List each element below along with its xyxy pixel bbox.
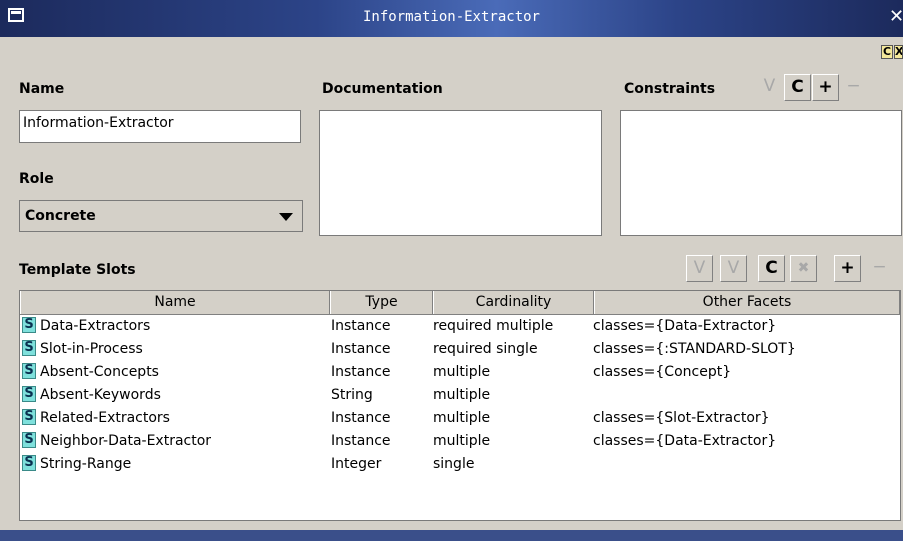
slot-type: Instance xyxy=(331,433,391,449)
toolbar-strip xyxy=(0,37,903,60)
slot-icon: S xyxy=(22,317,36,333)
slot-icon: S xyxy=(22,386,36,402)
chevron-down-icon xyxy=(279,213,293,221)
column-header-name[interactable]: Name xyxy=(20,291,330,314)
constraints-add-button[interactable]: + xyxy=(812,74,839,101)
slot-view-top-button[interactable]: V xyxy=(720,255,747,282)
slot-facets: classes={Concept} xyxy=(593,364,732,380)
slot-name: Absent-Concepts xyxy=(40,364,159,380)
template-slots-label: Template Slots xyxy=(19,262,136,278)
constraints-label: Constraints xyxy=(624,81,716,97)
slot-name: String-Range xyxy=(40,456,132,472)
slot-icon: S xyxy=(22,455,36,471)
constraints-create-button[interactable]: C xyxy=(784,74,811,101)
constraints-remove-button[interactable]: − xyxy=(840,74,867,101)
slot-type: Instance xyxy=(331,318,391,334)
column-header-type[interactable]: Type xyxy=(330,291,433,314)
slot-icon: S xyxy=(22,363,36,379)
slot-icon: S xyxy=(22,432,36,448)
slot-facets: classes={Slot-Extractor} xyxy=(593,410,770,426)
slot-cardinality: multiple xyxy=(433,364,491,380)
window-title: Information-Extractor xyxy=(362,9,540,25)
slot-name: Absent-Keywords xyxy=(40,387,161,403)
slot-facets: classes={Data-Extractor} xyxy=(593,318,777,334)
slot-cardinality: multiple xyxy=(433,410,491,426)
table-row[interactable]: S Neighbor-Data-Extractor Instance multi… xyxy=(20,430,900,453)
role-select[interactable]: Concrete xyxy=(19,200,303,232)
constraints-view-button[interactable]: V xyxy=(756,74,783,101)
slot-create-button[interactable]: C xyxy=(758,255,785,282)
title-bar: Information-Extractor ✕ xyxy=(0,0,903,37)
slot-cardinality: multiple xyxy=(433,387,491,403)
slot-cardinality: multiple xyxy=(433,433,491,449)
slot-name: Related-Extractors xyxy=(40,410,170,426)
slot-cardinality: single xyxy=(433,456,475,472)
table-header: Name Type Cardinality Other Facets xyxy=(20,291,900,315)
table-row[interactable]: S String-Range Integer single xyxy=(20,453,900,476)
taskbar-strip xyxy=(0,530,903,541)
slot-view-button[interactable]: V xyxy=(686,255,713,282)
slot-type: Instance xyxy=(331,364,391,380)
slot-facets: classes={Data-Extractor} xyxy=(593,433,777,449)
table-row[interactable]: S Data-Extractors Instance required mult… xyxy=(20,315,900,338)
slot-name: Slot-in-Process xyxy=(40,341,143,357)
slot-icon: S xyxy=(22,409,36,425)
slot-facets: classes={:STANDARD-SLOT} xyxy=(593,341,796,357)
slot-add-button[interactable]: + xyxy=(834,255,861,282)
slot-type: Instance xyxy=(331,341,391,357)
slot-remove-button[interactable]: − xyxy=(866,255,893,282)
slot-icon: S xyxy=(22,340,36,356)
documentation-label: Documentation xyxy=(322,81,443,97)
constraints-list[interactable] xyxy=(620,110,902,236)
name-label: Name xyxy=(19,81,65,97)
slot-type: Integer xyxy=(331,456,382,472)
column-header-cardinality[interactable]: Cardinality xyxy=(433,291,594,314)
template-slots-table[interactable]: Name Type Cardinality Other Facets S Dat… xyxy=(19,290,901,521)
column-header-other-facets[interactable]: Other Facets xyxy=(594,291,900,314)
slot-cardinality: required multiple xyxy=(433,318,554,334)
table-row[interactable]: S Absent-Concepts Instance multiple clas… xyxy=(20,361,900,384)
name-field[interactable]: Information-Extractor xyxy=(19,110,301,143)
slot-type: Instance xyxy=(331,410,391,426)
extra-button[interactable]: X xyxy=(894,45,903,59)
role-label: Role xyxy=(19,171,54,187)
close-icon[interactable]: ✕ xyxy=(889,6,903,27)
slot-name: Neighbor-Data-Extractor xyxy=(40,433,212,449)
table-row[interactable]: S Slot-in-Process Instance required sing… xyxy=(20,338,900,361)
table-row[interactable]: S Absent-Keywords String multiple xyxy=(20,384,900,407)
table-row[interactable]: S Related-Extractors Instance multiple c… xyxy=(20,407,900,430)
slot-name: Data-Extractors xyxy=(40,318,151,334)
slot-type: String xyxy=(331,387,373,403)
class-button[interactable]: C xyxy=(881,45,893,59)
slot-delete-button[interactable]: ✖ xyxy=(790,255,817,282)
documentation-textarea[interactable] xyxy=(319,110,602,236)
slot-cardinality: required single xyxy=(433,341,538,357)
role-value: Concrete xyxy=(25,208,96,224)
